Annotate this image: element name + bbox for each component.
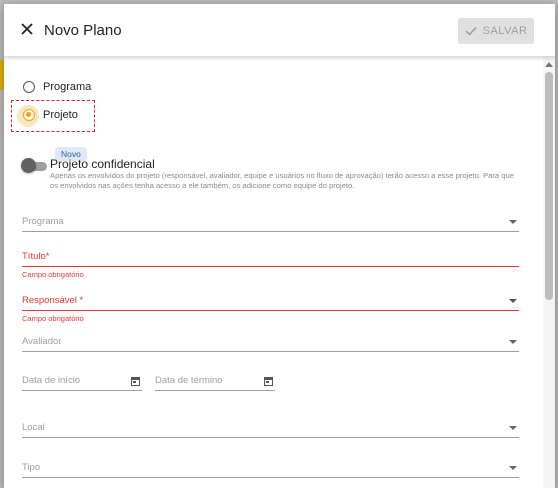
close-icon[interactable] [18, 20, 36, 38]
dialog-content: Programa Projeto Novo Projeto confidenci… [4, 56, 543, 488]
field-label: Título* [22, 251, 50, 262]
field-underline [22, 477, 519, 478]
confidential-description: Apenas os envolvidos do projeto (respons… [50, 171, 514, 190]
chevron-down-icon[interactable] [509, 426, 517, 430]
responsavel-select[interactable]: Responsável * [22, 284, 519, 311]
radio-button-checked[interactable] [23, 109, 35, 121]
dialog-header: Novo Plano SALVAR [4, 4, 555, 56]
avaliador-select[interactable]: Avaliador [22, 326, 519, 352]
chevron-down-icon[interactable] [509, 340, 517, 344]
titulo-input[interactable]: Título* [22, 240, 519, 267]
confidential-title: Projeto confidencial [50, 157, 155, 171]
new-plan-dialog: Novo Plano SALVAR Programa Projeto Novo … [4, 4, 555, 488]
titulo-error: Campo obrigatório [22, 270, 84, 279]
radio-button[interactable] [23, 81, 35, 93]
field-label: Data de início [22, 375, 81, 386]
save-button[interactable]: SALVAR [458, 18, 534, 44]
responsavel-error: Campo obrigatório [22, 314, 84, 323]
chevron-down-icon[interactable] [509, 220, 517, 224]
radio-programa[interactable]: Programa [23, 81, 91, 93]
radio-label: Projeto [43, 109, 78, 121]
scrollbar[interactable] [543, 56, 555, 488]
scrollbar-thumb[interactable] [545, 72, 553, 300]
field-label: Local [22, 422, 45, 433]
field-underline [22, 310, 519, 311]
calendar-icon[interactable] [131, 377, 140, 386]
programa-select[interactable]: Programa [22, 206, 519, 232]
radio-projeto[interactable]: Projeto [23, 109, 78, 121]
field-underline [22, 351, 519, 352]
toggle-thumb[interactable] [21, 158, 36, 173]
field-label: Tipo [22, 462, 41, 473]
calendar-icon[interactable] [264, 377, 273, 386]
check-icon [465, 26, 477, 36]
radio-label: Programa [43, 81, 92, 93]
chevron-down-icon[interactable] [509, 299, 517, 303]
tipo-select[interactable]: Tipo [22, 450, 519, 478]
scroll-up-arrow-icon[interactable] [545, 62, 553, 67]
field-underline [22, 231, 519, 232]
save-button-label: SALVAR [482, 25, 528, 37]
field-underline [22, 437, 519, 438]
data-inicio-input[interactable]: Data de início [22, 366, 142, 391]
field-label: Responsável * [22, 295, 84, 306]
field-underline [22, 390, 142, 391]
local-select[interactable]: Local [22, 411, 519, 438]
field-underline [155, 390, 275, 391]
data-termino-input[interactable]: Data de término [155, 366, 275, 391]
field-underline [22, 266, 519, 267]
dialog-title: Novo Plano [44, 22, 122, 39]
chevron-down-icon[interactable] [509, 466, 517, 470]
field-label: Data de término [155, 375, 223, 386]
field-label: Programa [22, 216, 64, 227]
field-label: Avaliador [22, 336, 62, 347]
